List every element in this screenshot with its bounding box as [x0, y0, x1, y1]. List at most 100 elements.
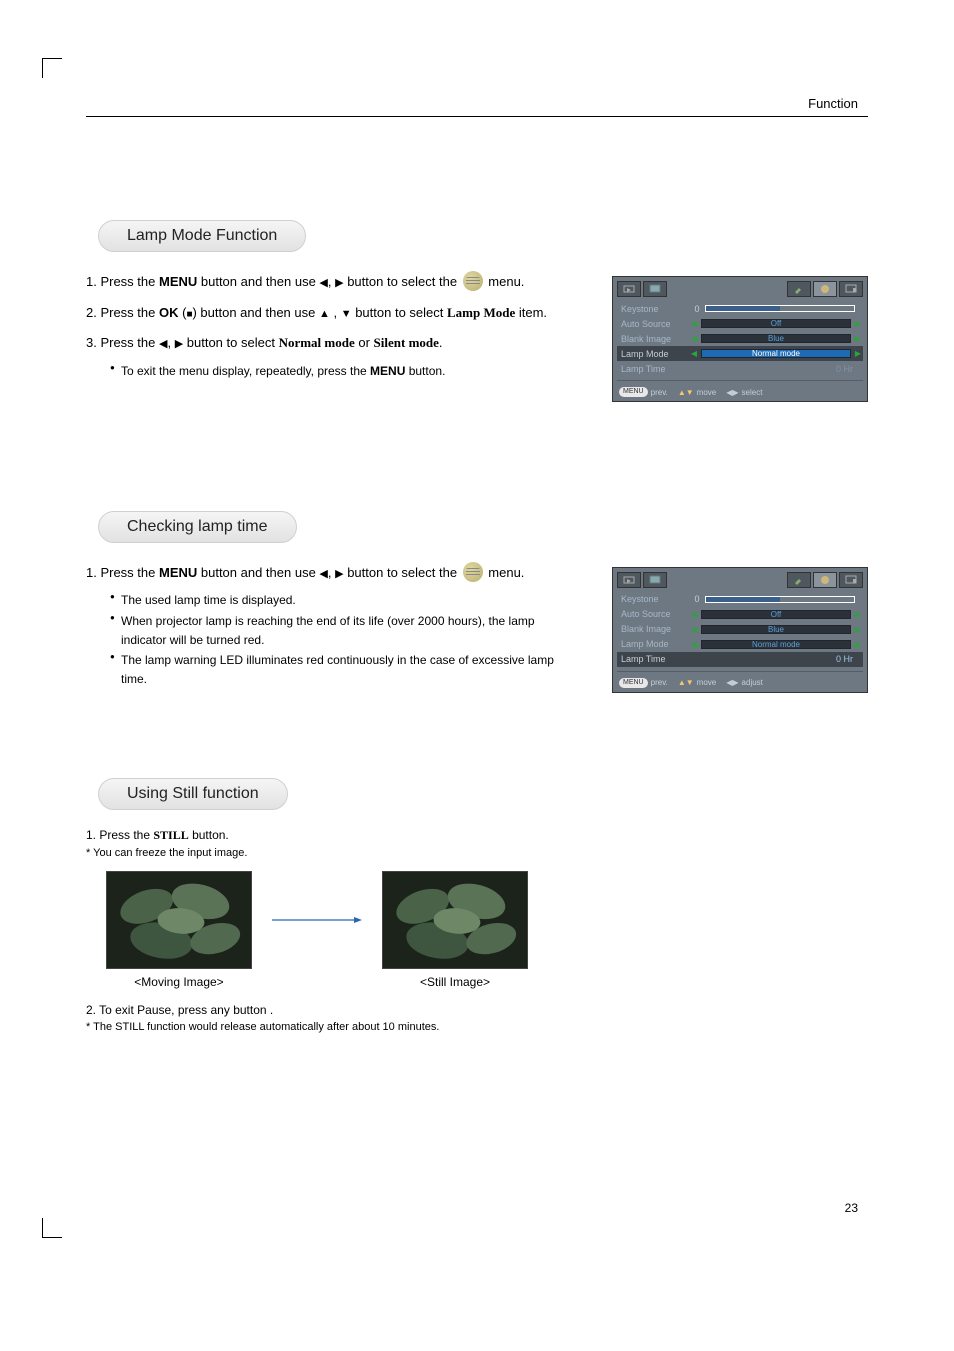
right-arrow-icon: ▶	[853, 610, 863, 619]
text: move	[697, 388, 717, 397]
osd-row-lamp-time: Lamp Time 0 Hr	[617, 361, 863, 376]
content-area: Lamp Mode Function 1. Press the MENU but…	[86, 200, 868, 1033]
osd-label: Auto Source	[617, 319, 689, 329]
osd-value: Off	[701, 319, 851, 328]
text: select	[742, 388, 763, 397]
osd-panel-lamp-time: Keystone 0 Auto Source ◀ Off ▶ Blank Ima…	[612, 567, 868, 693]
osd-value: 0 Hr	[689, 654, 863, 664]
osd-tab-video-icon	[617, 572, 641, 588]
osd-hint-adjust: ◀▶adjust	[726, 678, 763, 687]
osd-divider	[617, 671, 863, 672]
leaves-icon	[107, 872, 251, 968]
still-note-freeze: * You can freeze the input image.	[86, 847, 868, 859]
setup-menu-icon	[463, 271, 483, 291]
osd-tab-tool-icon	[787, 572, 811, 588]
osd-label: Keystone	[617, 304, 689, 314]
text: button to select the	[344, 565, 461, 580]
crop-mark-bottom-left	[42, 1218, 62, 1238]
osd-label: Lamp Mode	[617, 349, 689, 359]
normal-mode-label: Normal mode	[279, 335, 355, 350]
osd-divider	[617, 380, 863, 381]
text: prev.	[651, 388, 668, 397]
crop-mark-top-left	[42, 58, 62, 78]
note-lamp-end-of-life: When projector lamp is reaching the end …	[110, 612, 566, 649]
left-arrow-icon: ◀	[159, 334, 167, 355]
osd-tab-video-icon	[617, 281, 641, 297]
text: button to select	[183, 335, 278, 350]
text: item.	[515, 305, 547, 320]
osd-tab-spacer	[669, 572, 785, 588]
osd-hint-menu: MENUprev.	[619, 387, 668, 397]
osd-value: Blue	[701, 625, 851, 634]
right-arrow-icon: ▶	[175, 334, 183, 355]
section-lamp-mode: Lamp Mode Function 1. Press the MENU but…	[86, 200, 868, 381]
right-long-arrow-icon	[272, 917, 362, 923]
header-label: Function	[808, 96, 858, 111]
left-arrow-icon: ◀	[689, 334, 699, 343]
osd-row-auto-source: Auto Source ◀ Off ▶	[617, 607, 863, 622]
section-check-lamp: Checking lamp time 1. Press the MENU but…	[86, 491, 868, 689]
osd-label: Auto Source	[617, 609, 689, 619]
section-still: Using Still function 1. Press the STILL …	[86, 758, 868, 1033]
leftright-arrow-icon: ◀▶	[726, 388, 738, 397]
right-arrow-icon: ▶	[335, 273, 343, 294]
osd-label: Lamp Time	[617, 654, 689, 664]
text: button to select	[352, 305, 447, 320]
osd-keystone-bar	[705, 596, 855, 603]
lamp-mode-step-1: 1. Press the MENU button and then use ◀,…	[86, 270, 566, 295]
osd-row-keystone: Keystone 0	[617, 592, 863, 607]
lamp-mode-step-3: 3. Press the ◀, ▶ button to select Norma…	[86, 331, 566, 356]
text: menu.	[485, 274, 525, 289]
osd-hint-bar: MENUprev. ▲▼move ◀▶ select	[617, 385, 863, 397]
still-note-release: * The STILL function would release autom…	[86, 1021, 868, 1033]
osd-keystone-value: 0	[689, 304, 705, 314]
text: button.	[189, 828, 229, 842]
osd-value: 0 Hr	[689, 364, 863, 374]
still-word: STILL	[153, 828, 188, 842]
left-arrow-icon: ◀	[689, 349, 699, 358]
osd-label: Keystone	[617, 594, 689, 604]
silent-mode-label: Silent mode	[374, 335, 439, 350]
still-image-row	[106, 871, 868, 969]
text: button.	[405, 364, 445, 378]
right-arrow-icon: ▶	[335, 564, 343, 585]
osd-hint-bar: MENUprev. ▲▼move ◀▶adjust	[617, 676, 863, 688]
osd-value: Blue	[701, 334, 851, 343]
check-lamp-steps: 1. Press the MENU button and then use ◀,…	[86, 561, 566, 689]
moving-image-thumbnail	[106, 871, 252, 969]
osd-tab-tool-icon	[787, 281, 811, 297]
text: 1. Press the	[86, 274, 159, 289]
left-arrow-icon: ◀	[689, 319, 699, 328]
updown-arrow-icon: ▲▼	[678, 678, 694, 687]
lamp-mode-step-2: 2. Press the OK (■) button and then use …	[86, 301, 566, 326]
osd-tab-screen-icon	[839, 572, 863, 588]
setup-menu-icon	[463, 562, 483, 582]
right-arrow-icon: ▶	[853, 334, 863, 343]
left-arrow-icon: ◀	[319, 273, 327, 294]
note-lamp-time-displayed: The used lamp time is displayed.	[110, 591, 566, 610]
updown-arrow-icon: ▲▼	[678, 388, 694, 397]
osd-row-keystone: Keystone 0	[617, 301, 863, 316]
text: or	[355, 335, 374, 350]
left-arrow-icon: ◀	[689, 640, 699, 649]
osd-row-blank-image: Blank Image ◀ Blue ▶	[617, 331, 863, 346]
header-rule	[86, 116, 868, 117]
lamp-mode-steps: 1. Press the MENU button and then use ◀,…	[86, 270, 566, 381]
osd-tab-screen-icon	[839, 281, 863, 297]
osd-tab-display-icon	[643, 281, 667, 297]
menu-pill: MENU	[619, 678, 648, 688]
ok-word: OK	[159, 305, 179, 320]
osd-value-highlight: Normal mode	[701, 349, 851, 358]
text: ) button and then use	[192, 305, 318, 320]
osd-keystone-value: 0	[689, 594, 705, 604]
text: menu.	[485, 565, 525, 580]
section-body-check-lamp: 1. Press the MENU button and then use ◀,…	[86, 561, 868, 689]
section-title-lamp-mode: Lamp Mode Function	[98, 220, 306, 252]
page-number: 23	[845, 1201, 858, 1215]
osd-row-lamp-mode-selected: Lamp Mode ◀ Normal mode ▶	[617, 346, 863, 361]
osd-label: Lamp Time	[617, 364, 689, 374]
section-body-lamp-mode: 1. Press the MENU button and then use ◀,…	[86, 270, 868, 381]
lamp-mode-label: Lamp Mode	[447, 305, 515, 320]
leaves-icon	[383, 872, 527, 968]
text: button and then use	[197, 274, 319, 289]
